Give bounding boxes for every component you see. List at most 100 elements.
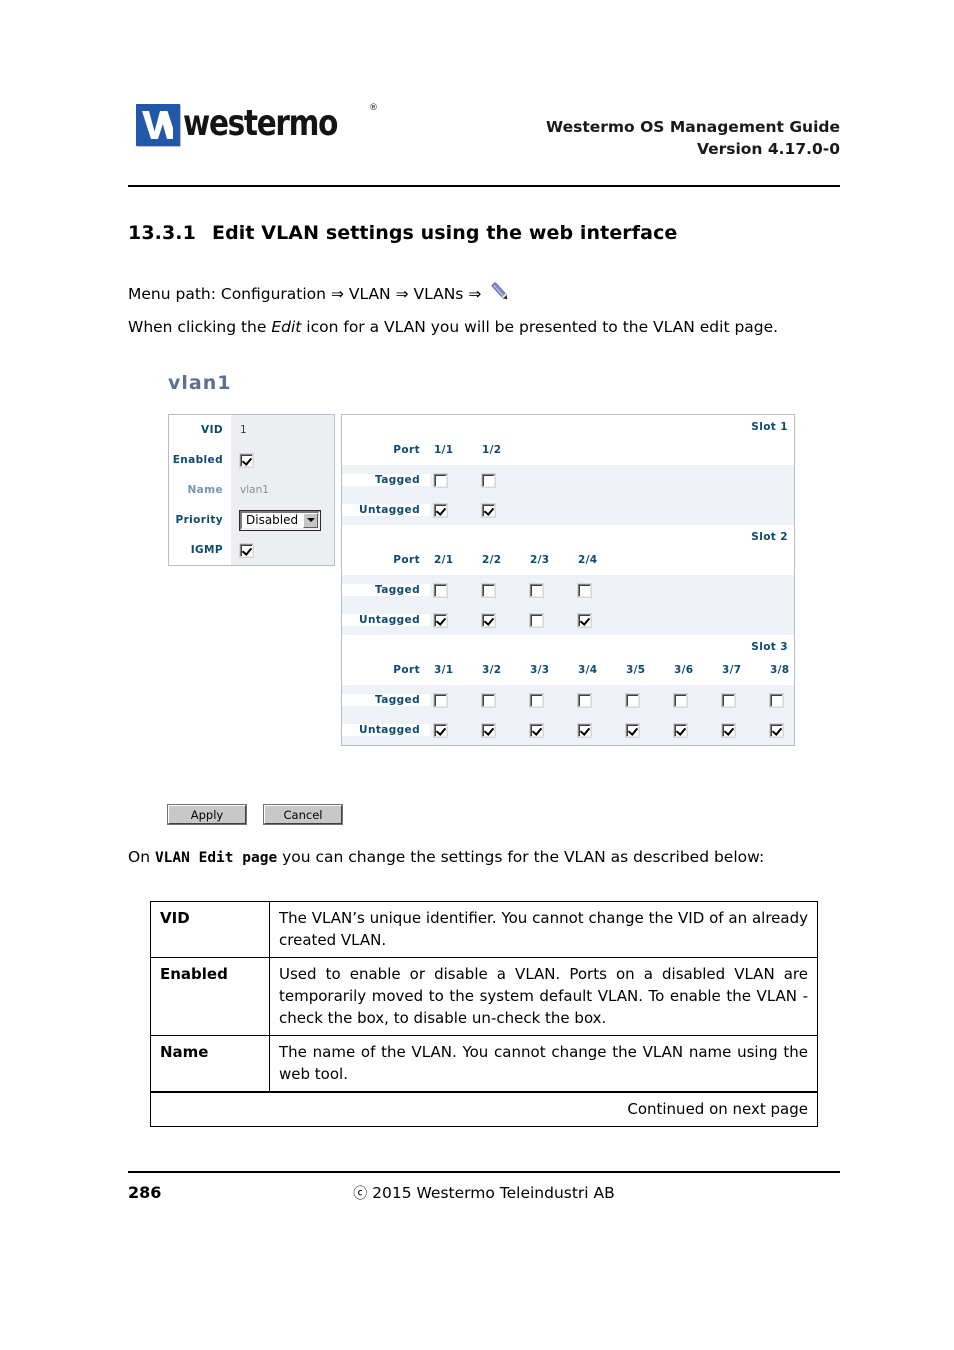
vlan-page-title: vlan1 <box>168 372 232 394</box>
port-column-header: 1/1 <box>434 444 454 456</box>
untagged-checkbox-3-3[interactable] <box>530 723 543 737</box>
tagged-checkbox-3-3[interactable] <box>530 693 543 707</box>
copyright-icon: ⓒ <box>353 1186 368 1202</box>
port-column-header: 2/3 <box>530 554 550 566</box>
untagged-cell <box>718 723 766 737</box>
menu-path-label: Menu path: Configuration <box>128 285 326 303</box>
tagged-checkbox-1-2[interactable] <box>482 473 495 487</box>
header-title-line1: Westermo OS Management Guide <box>546 118 840 136</box>
untagged-checkbox-3-4[interactable] <box>578 723 591 737</box>
priority-select[interactable]: Disabled <box>240 510 321 530</box>
chevron-down-icon[interactable] <box>303 512 319 528</box>
port-column-header: 3/1 <box>434 664 454 676</box>
menu-path: Menu path: Configuration ⇒ VLAN ⇒ VLANs … <box>128 280 512 308</box>
para2-mono-term: VLAN Edit page <box>154 850 278 866</box>
intro-paragraph: When clicking the Edit icon for a VLAN y… <box>128 316 840 339</box>
tagged-checkbox-3-6[interactable] <box>674 693 687 707</box>
description-intro-paragraph: On VLAN Edit page you can change the set… <box>128 846 840 870</box>
tagged-cell <box>430 473 478 487</box>
untagged-cell <box>478 723 526 737</box>
intro-text-after: icon for a VLAN you will be presented to… <box>301 318 779 336</box>
tagged-checkbox-2-3[interactable] <box>530 583 543 597</box>
section-title: Edit VLAN settings using the web interfa… <box>212 222 678 244</box>
tagged-checkbox-3-2[interactable] <box>482 693 495 707</box>
untagged-checkbox-1-1[interactable] <box>434 503 447 517</box>
tagged-cell <box>766 693 814 707</box>
tagged-row: Tagged <box>342 575 794 605</box>
footer-divider <box>128 1171 840 1173</box>
tagged-cell <box>526 583 574 597</box>
priority-select-value: Disabled <box>246 512 299 527</box>
settings-row-priority: Priority Disabled <box>169 505 334 535</box>
westermo-logo: westermo ® <box>136 103 378 146</box>
tagged-checkbox-2-4[interactable] <box>578 583 591 597</box>
table-row: Enabled Used to enable or disable a VLAN.… <box>150 957 818 1036</box>
slot-block: Slot 2 Port 2/1 2/2 2/3 2/4 Tagged Untagged <box>342 525 794 635</box>
vlan-ports-panel: Slot 1 Port 1/1 1/2 Tagged Untagged Slot 2 Port… <box>341 414 795 746</box>
untagged-checkbox-3-7[interactable] <box>722 723 735 737</box>
tagged-checkbox-1-1[interactable] <box>434 473 447 487</box>
para2-before: On <box>128 848 155 866</box>
tagged-checkbox-2-2[interactable] <box>482 583 495 597</box>
untagged-cell <box>478 503 526 517</box>
tagged-checkbox-3-5[interactable] <box>626 693 639 707</box>
tagged-checkbox-3-4[interactable] <box>578 693 591 707</box>
header-title: Westermo OS Management Guide Version 4.1… <box>546 116 840 160</box>
untagged-checkbox-2-2[interactable] <box>482 613 495 627</box>
settings-row-name: Name vlan1 <box>169 475 334 505</box>
vlan-settings-rows: VID 1 Enabled Name vlan1 Priority Disabl… <box>169 415 334 565</box>
intro-text-before: When clicking the <box>128 318 272 336</box>
term-cell: Name <box>150 1035 270 1093</box>
priority-value: Disabled <box>231 510 334 530</box>
name-label: Name <box>187 484 223 496</box>
enabled-checkbox[interactable] <box>240 453 253 467</box>
section-heading: 13.3.1 Edit VLAN settings using the web i… <box>128 222 677 244</box>
slot-block: Slot 3 Port 3/1 3/2 3/3 3/4 3/5 3/6 3/7 3/8 Tagged… <box>342 635 794 745</box>
untagged-checkbox-3-5[interactable] <box>626 723 639 737</box>
port-header-cells: 1/1 1/2 <box>430 435 794 465</box>
untagged-checkbox-3-1[interactable] <box>434 723 447 737</box>
untagged-checkbox-2-4[interactable] <box>578 613 591 627</box>
untagged-checkbox-2-1[interactable] <box>434 613 447 627</box>
untagged-checkbox-1-2[interactable] <box>482 503 495 517</box>
cancel-button[interactable]: Cancel <box>264 805 342 824</box>
port-column-header: 3/5 <box>626 664 646 676</box>
pencil-edit-icon <box>488 280 512 308</box>
tagged-cell <box>526 693 574 707</box>
tagged-row-label: Tagged <box>342 584 430 596</box>
tagged-checkbox-3-7[interactable] <box>722 693 735 707</box>
port-column-header: 3/4 <box>578 664 598 676</box>
untagged-row-label: Untagged <box>342 504 430 516</box>
untagged-row-label: Untagged <box>342 614 430 626</box>
port-column-header: 3/2 <box>482 664 502 676</box>
tagged-checkbox-3-1[interactable] <box>434 693 447 707</box>
untagged-cells <box>430 605 794 635</box>
apply-button[interactable]: Apply <box>168 805 246 824</box>
para2-after: you can change the settings for the VLAN… <box>277 848 765 866</box>
port-header-row: Port 2/1 2/2 2/3 2/4 <box>342 545 794 575</box>
header-divider <box>128 185 840 187</box>
untagged-checkbox-3-2[interactable] <box>482 723 495 737</box>
port-column-header: 3/7 <box>722 664 742 676</box>
untagged-row: Untagged <box>342 605 794 635</box>
untagged-checkbox-2-3[interactable] <box>530 613 543 627</box>
untagged-checkbox-3-6[interactable] <box>674 723 687 737</box>
description-cell: The name of the VLAN. You cannot change … <box>269 1035 818 1093</box>
untagged-cell <box>526 613 574 627</box>
settings-row-vid: VID 1 <box>169 415 334 445</box>
term-cell: VID <box>150 901 270 958</box>
settings-description-table: VID The VLAN’s unique identifier. You can… <box>150 901 818 1127</box>
footer-page-number: 286 <box>128 1183 162 1202</box>
untagged-checkbox-3-8[interactable] <box>770 723 783 737</box>
tagged-checkbox-2-1[interactable] <box>434 583 447 597</box>
port-column-header: 3/8 <box>770 664 790 676</box>
untagged-cells <box>430 715 814 745</box>
tagged-checkbox-3-8[interactable] <box>770 693 783 707</box>
name-value: vlan1 <box>240 484 269 496</box>
widget-button-row: Apply Cancel <box>168 805 342 824</box>
vlan-edit-widget: VID 1 Enabled Name vlan1 Priority Disabl… <box>168 414 795 780</box>
igmp-checkbox[interactable] <box>240 543 253 557</box>
untagged-cell <box>430 723 478 737</box>
tagged-cell <box>574 693 622 707</box>
tagged-cells <box>430 685 814 715</box>
